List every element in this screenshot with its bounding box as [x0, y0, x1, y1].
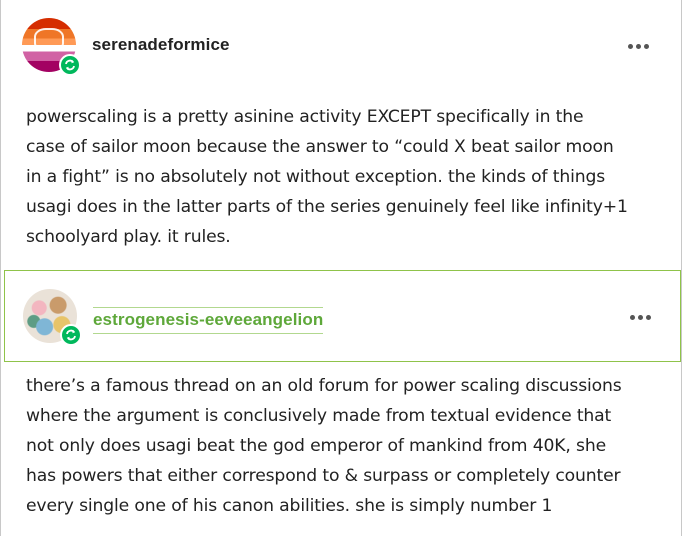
reblog-thread: serenadeformice powerscaling is a pretty… — [0, 0, 682, 536]
post-body: there’s a famous thread on an old forum … — [26, 376, 622, 516]
more-options-icon[interactable] — [628, 307, 658, 327]
username[interactable]: estrogenesis-eeveeangelion — [93, 307, 324, 334]
post-body: powerscaling is a pretty asinine activit… — [26, 107, 628, 247]
more-options-icon[interactable] — [626, 36, 656, 56]
username[interactable]: serenadeformice — [92, 35, 230, 55]
reblog-icon — [60, 324, 82, 346]
post-header-serenadeformice: serenadeformice — [1, 12, 681, 80]
avatar-figure — [34, 28, 64, 50]
reblog-icon — [59, 54, 81, 76]
post-header-estrogenesis-eeveeangelion: estrogenesis-eeveeangelion — [4, 270, 681, 362]
